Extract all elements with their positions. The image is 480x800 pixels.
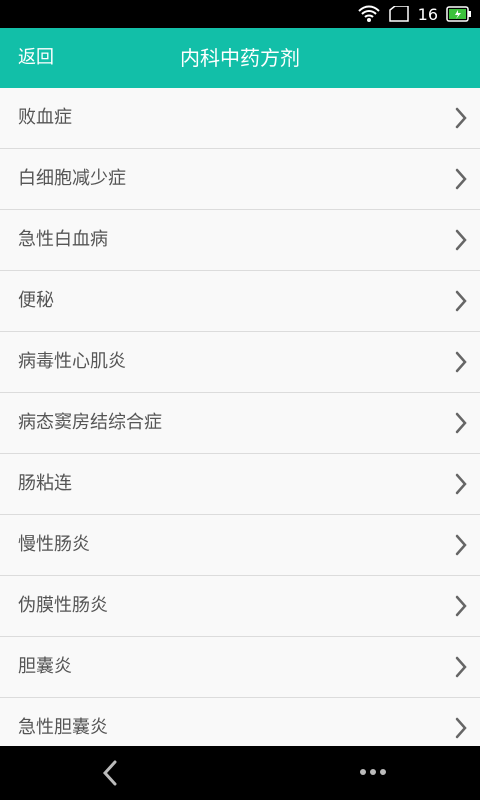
list-item-label: 伪膜性肠炎 [18, 595, 108, 616]
more-dots-icon[interactable] [358, 764, 388, 780]
status-bar-right: 16 [357, 0, 472, 28]
back-button[interactable]: 返回 [18, 28, 54, 88]
wifi-icon [357, 5, 380, 22]
list-item-label: 病态窦房结综合症 [18, 412, 162, 433]
list-item-label: 慢性肠炎 [18, 534, 90, 555]
list-item-label: 急性白血病 [18, 229, 108, 250]
list-item[interactable]: 肠粘连 [0, 454, 480, 515]
chevron-right-icon [455, 473, 467, 495]
chevron-right-icon [455, 656, 467, 678]
list-item[interactable]: 急性白血病 [0, 210, 480, 271]
battery-charging-icon [446, 6, 471, 22]
list-item[interactable]: 便秘 [0, 271, 480, 332]
page-title: 内科中药方剂 [180, 46, 300, 70]
battery-outline-icon [388, 6, 409, 22]
list-item[interactable]: 病毒性心肌炎 [0, 332, 480, 393]
chevron-right-icon [455, 229, 467, 251]
navigation-bar [0, 746, 480, 800]
list-item[interactable]: 病态窦房结综合症 [0, 393, 480, 454]
list-item[interactable]: 白细胞减少症 [0, 149, 480, 210]
list-item[interactable]: 伪膜性肠炎 [0, 576, 480, 637]
status-bar: 16 [0, 0, 480, 28]
list-item-label: 急性胆囊炎 [18, 717, 108, 738]
list-item-label: 便秘 [18, 290, 54, 311]
chevron-right-icon [455, 168, 467, 190]
chevron-right-icon [455, 534, 467, 556]
chevron-right-icon [455, 107, 467, 129]
status-time: 16 [417, 4, 438, 24]
list-item[interactable]: 败血症 [0, 88, 480, 149]
list-item[interactable]: 慢性肠炎 [0, 515, 480, 576]
list-item-label: 病毒性心肌炎 [18, 351, 126, 372]
back-arrow-icon[interactable] [96, 758, 126, 788]
disease-list: 败血症 白细胞减少症 急性白血病 便秘 病毒性心肌炎 病态窦房结综合症 肠粘连 … [0, 88, 480, 746]
list-item-label: 肠粘连 [18, 473, 72, 494]
list-item[interactable]: 急性胆囊炎 [0, 698, 480, 746]
list-item-label: 胆囊炎 [18, 656, 72, 677]
list-item[interactable]: 胆囊炎 [0, 637, 480, 698]
list-item-label: 白细胞减少症 [18, 168, 126, 189]
chevron-right-icon [455, 717, 467, 739]
app-header: 内科中药方剂 返回 [0, 28, 480, 88]
chevron-right-icon [455, 351, 467, 373]
chevron-right-icon [455, 290, 467, 312]
chevron-right-icon [455, 412, 467, 434]
list-item-label: 败血症 [18, 107, 72, 128]
chevron-right-icon [455, 595, 467, 617]
